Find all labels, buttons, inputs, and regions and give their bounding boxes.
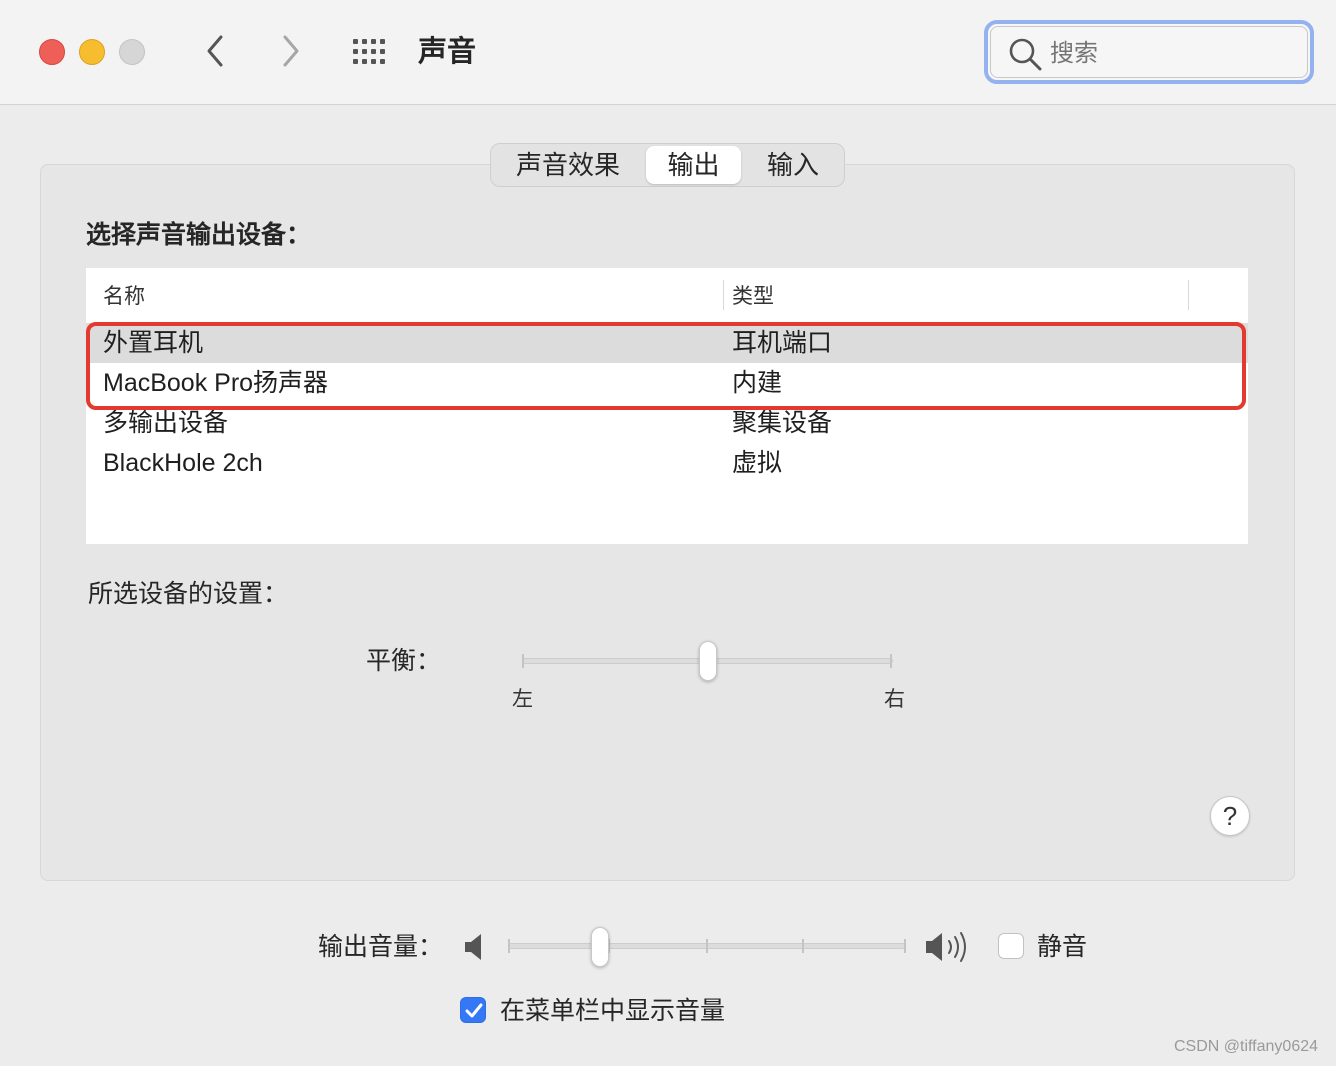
search-icon	[1009, 38, 1042, 71]
device-name-cell: BlackHole 2ch	[103, 449, 263, 477]
selected-device-settings-label: 所选设备的设置：	[88, 580, 289, 608]
balance-right-label: 右	[884, 688, 905, 711]
tab-output[interactable]: 输出	[646, 146, 741, 184]
tab-bar: 声音效果 输出 输入	[490, 143, 845, 187]
device-name-cell: 多输出设备	[103, 409, 229, 437]
speaker-low-icon	[465, 934, 481, 960]
table-row[interactable]: BlackHole 2ch 虚拟	[86, 443, 1248, 483]
help-button[interactable]: ?	[1210, 796, 1250, 836]
balance-slider-knob[interactable]	[698, 641, 717, 681]
window-title: 声音	[418, 36, 477, 68]
device-name-cell: 外置耳机	[103, 329, 204, 357]
column-divider	[723, 280, 724, 310]
output-volume-label: 输出音量：	[318, 933, 444, 961]
device-type-cell: 虚拟	[732, 449, 783, 477]
balance-label: 平衡：	[366, 647, 442, 675]
device-type-cell: 耳机端口	[732, 329, 833, 357]
slider-tick	[802, 939, 804, 953]
table-row[interactable]: 多输出设备 聚集设备	[86, 403, 1248, 443]
speaker-high-icon	[926, 932, 966, 962]
search-input[interactable]	[1050, 38, 1290, 70]
table-row[interactable]: MacBook Pro扬声器 内建	[86, 363, 1248, 403]
show-all-grid-icon[interactable]	[352, 38, 388, 66]
chevron-right-icon	[283, 35, 299, 67]
choose-output-device-label: 选择声音输出设备：	[86, 221, 312, 249]
forward-button[interactable]	[275, 32, 305, 70]
watermark-text: CSDN @tiffany0624	[1174, 1038, 1319, 1055]
slider-tick	[904, 939, 906, 953]
search-field[interactable]	[984, 20, 1314, 84]
column-header-name[interactable]: 名称	[103, 282, 145, 312]
show-volume-in-menubar-checkbox[interactable]	[460, 997, 486, 1023]
chevron-left-icon	[207, 35, 223, 67]
table-row-selected[interactable]: 外置耳机 耳机端口	[86, 323, 1248, 363]
slider-tick	[508, 939, 510, 953]
show-volume-in-menubar-label: 在菜单栏中显示音量	[500, 997, 726, 1025]
column-header-type[interactable]: 类型	[732, 282, 774, 312]
output-volume-slider-knob[interactable]	[590, 927, 609, 967]
close-window-button[interactable]	[39, 39, 65, 65]
slider-tick	[522, 654, 524, 668]
slider-tick	[890, 654, 892, 668]
device-name-cell: MacBook Pro扬声器	[103, 369, 329, 397]
zoom-window-button[interactable]	[119, 39, 145, 65]
tab-sound-effects[interactable]: 声音效果	[491, 144, 645, 186]
device-type-cell: 聚集设备	[732, 409, 833, 437]
slider-tick	[706, 939, 708, 953]
balance-left-label: 左	[512, 688, 533, 711]
output-device-table: 名称 类型 外置耳机 耳机端口 MacBook Pro扬声器 内建 多输出设备 …	[86, 268, 1248, 544]
minimize-window-button[interactable]	[79, 39, 105, 65]
tab-input[interactable]: 输入	[743, 144, 843, 186]
mute-checkbox[interactable]	[998, 933, 1024, 959]
device-type-cell: 内建	[732, 369, 783, 397]
checkmark-icon	[465, 1003, 483, 1018]
title-bar: 声音	[0, 0, 1336, 105]
back-button[interactable]	[201, 32, 231, 70]
column-divider	[1188, 280, 1189, 310]
mute-label: 静音	[1037, 933, 1088, 961]
